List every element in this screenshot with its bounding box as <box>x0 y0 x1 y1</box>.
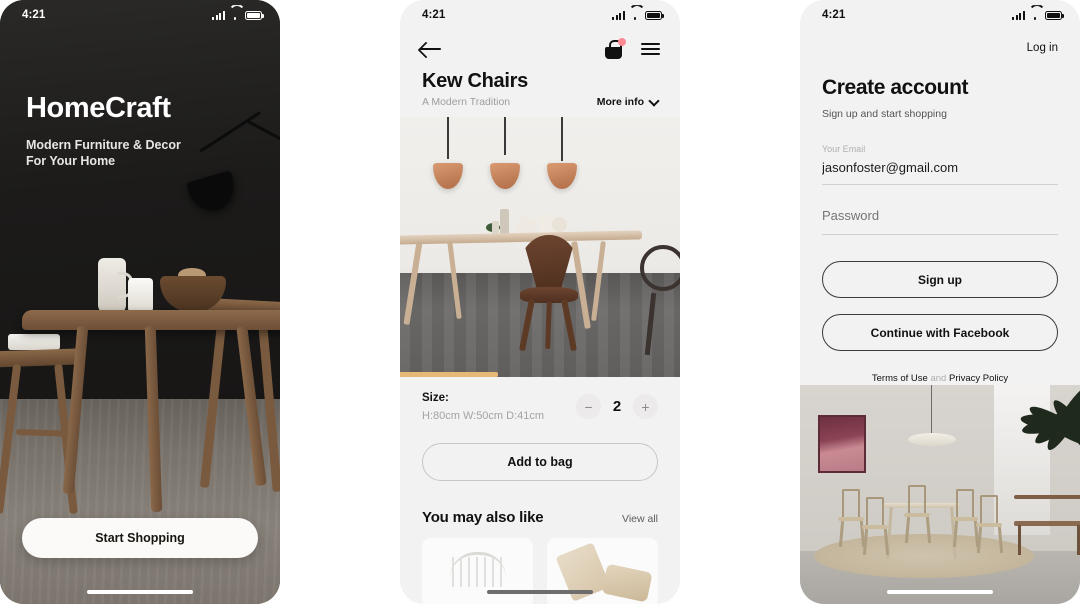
folded-towels <box>8 334 60 350</box>
recommendation-card[interactable] <box>547 538 658 604</box>
privacy-policy-link[interactable]: Privacy Policy <box>949 373 1008 384</box>
phone-mockup-onboarding: 4:21 HomeCraft Modern Furniture & Decor … <box>0 0 280 604</box>
signup-background-photo <box>800 385 1080 604</box>
wooden-bench <box>1014 495 1080 555</box>
pendant-cord <box>931 385 933 435</box>
palm-plant <box>974 385 1080 499</box>
legal-conjunction: and <box>930 373 947 384</box>
login-link-row: Log in <box>800 30 1080 56</box>
continue-with-facebook-button[interactable]: Continue with Facebook <box>822 314 1058 351</box>
battery-icon <box>1045 10 1064 20</box>
wall-artwork <box>818 415 866 473</box>
phone-mockup-product-detail: 4:21 Kew Chairs A Modern Tradition More … <box>400 0 680 604</box>
status-bar-icons <box>1011 10 1064 20</box>
recommendation-card[interactable] <box>422 538 533 604</box>
pendant-lamp <box>433 117 463 189</box>
chevron-down-icon <box>648 94 660 107</box>
dining-chair <box>862 497 890 556</box>
tabletop-sphere <box>552 217 567 232</box>
signup-form: Create account Sign up and start shoppin… <box>800 56 1080 384</box>
dining-chair <box>976 495 1004 554</box>
hero-side-chair <box>640 245 680 291</box>
product-title: Kew Chairs <box>422 70 528 92</box>
screenshot-stage: 4:21 HomeCraft Modern Furniture & Decor … <box>0 0 1080 604</box>
status-bar-icons <box>611 10 664 20</box>
ceramic-jug <box>98 258 133 314</box>
terms-of-use-link[interactable]: Terms of Use <box>872 373 928 384</box>
more-info-toggle[interactable]: More info <box>596 94 660 108</box>
product-hero-image[interactable] <box>400 117 680 377</box>
decrement-quantity-button[interactable]: − <box>576 394 601 419</box>
product-subheader-row: A Modern Tradition More info <box>422 94 660 108</box>
email-field[interactable] <box>822 160 1058 175</box>
home-indicator[interactable] <box>887 590 993 594</box>
home-indicator[interactable] <box>487 590 593 594</box>
password-field[interactable] <box>822 208 1058 223</box>
status-bar-time: 4:21 <box>422 9 446 21</box>
onboarding-background-photo <box>0 0 280 604</box>
tagline-line-1: Modern Furniture & Decor <box>26 137 181 152</box>
product-thumbnail-spindle-chair <box>449 552 506 587</box>
tabletop-vase <box>500 209 509 235</box>
tagline-line-2: For Your Home <box>26 154 116 169</box>
battery-icon <box>245 10 264 20</box>
brand-title: HomeCraft <box>26 92 171 124</box>
page-subtitle: Sign up and start shopping <box>822 108 947 120</box>
gallery-progress-bar <box>400 372 680 377</box>
status-bar-time: 4:21 <box>22 9 46 21</box>
battery-icon <box>645 10 664 20</box>
top-navigation-bar <box>400 30 680 64</box>
home-indicator[interactable] <box>87 590 193 594</box>
increment-quantity-button[interactable]: + <box>633 394 658 419</box>
ceramic-mug <box>128 278 153 314</box>
dining-chair <box>904 485 932 544</box>
wifi-icon <box>629 11 641 20</box>
brand-tagline: Modern Furniture & Decor For Your Home <box>26 137 181 170</box>
pendant-lamp <box>908 433 956 446</box>
size-value: H:80cm W:50cm D:41cm <box>422 410 545 422</box>
pendant-lamp <box>547 117 577 189</box>
view-all-link[interactable]: View all <box>622 513 658 525</box>
pendant-lamp <box>490 117 520 189</box>
nav-actions <box>604 37 660 59</box>
gallery-progress-fill <box>400 372 498 377</box>
more-info-label: More info <box>596 96 644 108</box>
log-in-link[interactable]: Log in <box>1027 42 1058 54</box>
status-bar: 4:21 <box>800 0 1080 30</box>
status-bar: 4:21 <box>0 0 280 30</box>
product-header: Kew Chairs A Modern Tradition More info <box>400 64 680 108</box>
wifi-icon <box>229 11 241 20</box>
cellular-bars-icon <box>211 10 225 20</box>
password-field-group <box>822 207 1058 235</box>
size-label: Size: <box>422 392 449 404</box>
shopping-bag-icon[interactable] <box>604 37 626 59</box>
email-field-group: Your Email <box>822 144 1058 185</box>
start-shopping-button[interactable]: Start Shopping <box>22 518 258 558</box>
size-block: Size: H:80cm W:50cm D:41cm <box>422 392 544 422</box>
product-subtitle: A Modern Tradition <box>422 96 511 108</box>
add-to-bag-button[interactable]: Add to bag <box>422 443 658 481</box>
onboarding-copy: HomeCraft Modern Furniture & Decor For Y… <box>26 92 181 170</box>
quantity-stepper: − 2 + <box>576 394 658 419</box>
wifi-icon <box>1029 11 1041 20</box>
email-field-label: Your Email <box>822 144 866 154</box>
hamburger-menu-icon[interactable] <box>641 42 660 56</box>
recommendations-header: You may also like View all <box>400 481 680 526</box>
page-title: Create account <box>822 76 969 99</box>
status-bar: 4:21 <box>400 0 680 30</box>
arrow-left-icon[interactable] <box>420 41 442 58</box>
cellular-bars-icon <box>611 10 625 20</box>
recommendations-title: You may also like <box>422 509 544 526</box>
cart-badge-dot <box>618 37 626 46</box>
cellular-bars-icon <box>1011 10 1025 20</box>
status-bar-icons <box>211 10 264 20</box>
product-thumbnail-lounge-chair-seat <box>601 563 653 603</box>
sign-up-button[interactable]: Sign up <box>822 261 1058 298</box>
phone-mockup-create-account: 4:21 Log in Create account Sign up and s… <box>800 0 1080 604</box>
legal-links: Terms of Use and Privacy Policy <box>822 373 1058 384</box>
size-and-quantity-row: Size: H:80cm W:50cm D:41cm − 2 + <box>400 377 680 422</box>
status-bar-time: 4:21 <box>822 9 846 21</box>
quantity-value: 2 <box>612 398 622 415</box>
